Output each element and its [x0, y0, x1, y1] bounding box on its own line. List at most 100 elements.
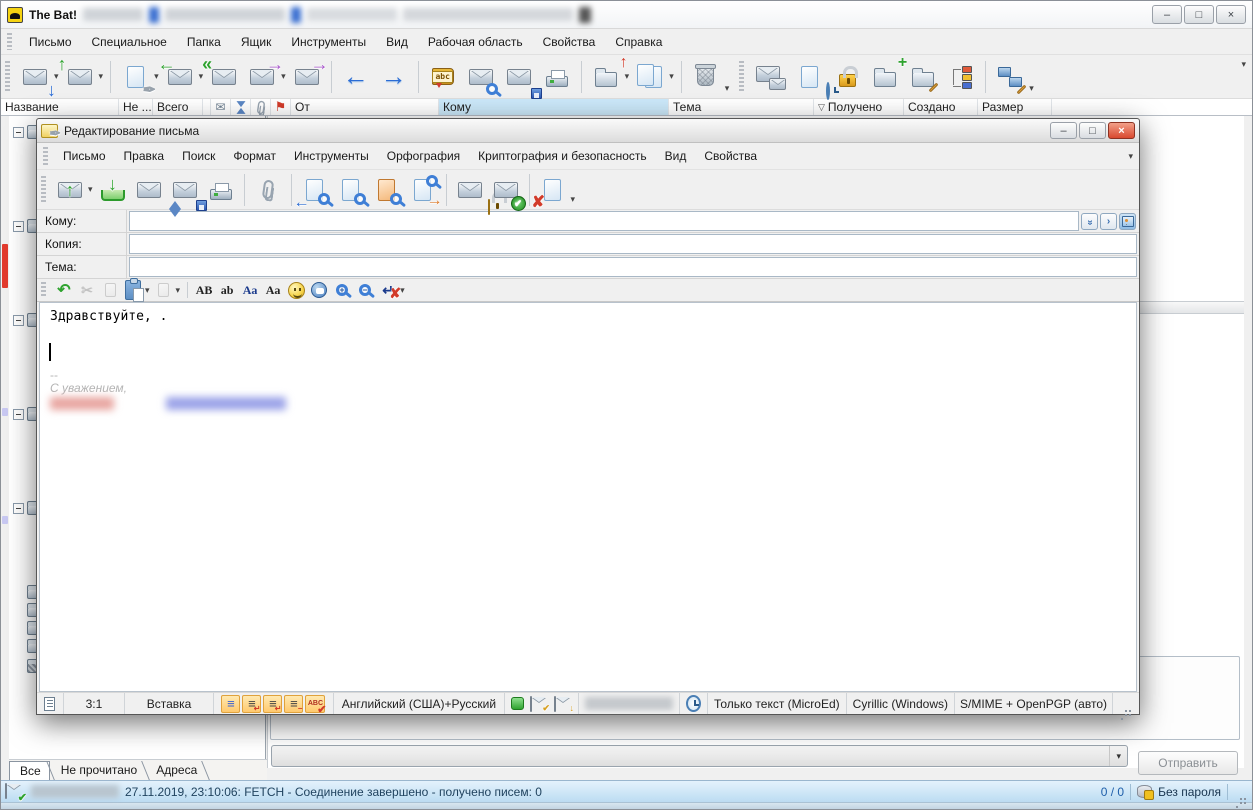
mail-queue-icon[interactable]: ↓ [554, 697, 572, 711]
column-header-envelope[interactable]: ✉ [211, 99, 231, 115]
dropdown-icon[interactable]: ▾ [669, 71, 674, 82]
tab-all[interactable]: Все [9, 761, 50, 780]
maximize-button[interactable]: □ [1079, 122, 1106, 139]
menu-folder[interactable]: Папка [178, 32, 230, 52]
editor-mode-cell[interactable]: Только текст (MicroEd) [708, 693, 847, 714]
send-button[interactable]: Отправить [1138, 751, 1238, 775]
menu-workspace[interactable]: Рабочая область [419, 32, 532, 52]
toggle-wrap-button[interactable]: ↵✘ [377, 280, 399, 300]
document-info-cell[interactable] [37, 693, 64, 714]
column-header-to[interactable]: Кому [439, 99, 669, 115]
column-header-size[interactable]: Размер [978, 99, 1052, 115]
menu-edit[interactable]: Правка [115, 146, 174, 166]
dropdown-icon[interactable]: ▾ [54, 71, 59, 82]
dropdown-icon[interactable]: ▾ [281, 71, 286, 82]
redirect-button[interactable]: → [288, 59, 326, 95]
column-header-unread[interactable]: Не ... [119, 99, 153, 115]
save-message-button[interactable] [500, 59, 538, 95]
sign-message-button[interactable]: ✔ [488, 173, 524, 207]
insert-pause-button[interactable] [308, 280, 330, 300]
close-button[interactable]: × [1108, 122, 1135, 139]
encrypt-message-button[interactable] [452, 173, 488, 207]
save-to-outbox-button[interactable]: ↓ [95, 173, 131, 207]
dropdown-icon[interactable]: ▾ [1029, 83, 1034, 94]
expand-recipients-button[interactable]: » [1081, 213, 1098, 230]
search-messages-button[interactable] [462, 59, 500, 95]
tab-unread[interactable]: Не прочитано [51, 761, 146, 779]
menu-message[interactable]: Письмо [20, 32, 81, 52]
copy-button[interactable] [99, 280, 121, 300]
mail-scheduler-button[interactable] [790, 59, 828, 95]
menu-search[interactable]: Поиск [173, 146, 224, 166]
address-book-button[interactable]: abc [424, 59, 462, 95]
dropdown-icon[interactable]: ▾ [154, 71, 159, 82]
menu-tools[interactable]: Инструменты [285, 146, 378, 166]
wrap-paragraph-button[interactable]: ≡↵ [263, 695, 282, 713]
dropdown-icon[interactable]: ▾ [725, 83, 730, 94]
dispatch-mail-button[interactable] [752, 59, 790, 95]
discard-message-button[interactable]: ✘ [535, 173, 571, 207]
menu-spelling[interactable]: Орфография [378, 146, 469, 166]
paste-button[interactable] [122, 280, 144, 300]
collapse-icon[interactable] [13, 503, 24, 514]
resize-grip[interactable] [1234, 788, 1248, 802]
send-queued-mail-button[interactable]: ↑ [61, 59, 99, 95]
column-header-flag[interactable]: ⚑ [271, 99, 291, 115]
new-folder-button[interactable]: + [866, 59, 904, 95]
column-header-total[interactable]: Всего [153, 99, 203, 115]
column-header-attachment[interactable] [251, 99, 271, 115]
tab-addresses[interactable]: Адреса [146, 761, 205, 779]
account-tree-button[interactable] [942, 59, 980, 95]
collapse-icon[interactable] [13, 221, 24, 232]
collapse-icon[interactable] [13, 127, 24, 138]
toggle-case-button[interactable]: Aa [239, 280, 261, 300]
forward-button[interactable]: → [243, 59, 281, 95]
print-button[interactable] [538, 59, 576, 95]
cut-button[interactable]: ✂ [76, 280, 98, 300]
password-lock-button[interactable] [828, 59, 866, 95]
column-header-created[interactable]: Создано [904, 99, 978, 115]
column-header-subject[interactable]: Тема [669, 99, 814, 115]
copy-to-folder-button[interactable] [631, 59, 669, 95]
menu-special[interactable]: Специальное [83, 32, 176, 52]
menu-tools[interactable]: Инструменты [282, 32, 375, 52]
password-mode-label[interactable]: Без пароля [1158, 785, 1221, 799]
next-recipient-button[interactable]: › [1100, 213, 1117, 230]
toolbar-drag-handle[interactable] [7, 33, 12, 51]
menu-properties[interactable]: Свойства [534, 32, 605, 52]
find-button[interactable] [333, 173, 369, 207]
paste-special-button[interactable] [153, 280, 175, 300]
cc-input[interactable] [129, 234, 1137, 254]
spell-check-button[interactable]: ABC✔ [305, 695, 325, 713]
toolbar-overflow-icon[interactable]: ▾ [571, 194, 576, 205]
quick-template-combobox[interactable]: ▾ [271, 745, 1128, 767]
uppercase-button[interactable]: AB [193, 280, 215, 300]
dropdown-icon[interactable]: ▾ [99, 71, 104, 82]
collapse-icon[interactable] [13, 409, 24, 420]
to-input[interactable] [129, 211, 1079, 231]
toolbar-overflow-icon[interactable]: ▾ [1241, 59, 1246, 70]
encryption-cell[interactable]: S/MIME + OpenPGP (авто) [955, 693, 1113, 714]
column-header-name[interactable]: Название [1, 99, 119, 115]
undo-button[interactable]: ↶ [53, 280, 75, 300]
message-body-editor[interactable]: Здравствуйте, . -- С уважением, [39, 302, 1137, 692]
column-header-hourglass[interactable] [231, 99, 251, 115]
timer-cell[interactable] [680, 693, 708, 714]
menu-account[interactable]: Ящик [232, 32, 281, 52]
toolbar-drag-handle[interactable] [41, 176, 46, 203]
minimize-button[interactable]: – [1050, 122, 1077, 139]
send-now-button[interactable]: ↑ [52, 173, 88, 207]
maximize-button[interactable]: □ [1184, 5, 1214, 24]
save-file-button[interactable] [167, 173, 203, 207]
toolbar-drag-handle[interactable] [5, 61, 10, 91]
navigate-forward-button[interactable]: → [375, 59, 413, 95]
send-later-button[interactable] [131, 173, 167, 207]
resize-grip[interactable] [1119, 700, 1133, 714]
mail-check-icon[interactable]: ✔ [530, 697, 548, 711]
menu-overflow-icon[interactable]: ▾ [1128, 151, 1133, 162]
minimize-button[interactable]: – [1152, 5, 1182, 24]
network-settings-button[interactable] [991, 59, 1029, 95]
charset-cell[interactable]: Cyrillic (Windows) [847, 693, 955, 714]
column-header-received[interactable]: ▽Получено [814, 99, 904, 115]
combobox-arrow-icon[interactable]: ▾ [1109, 746, 1127, 766]
